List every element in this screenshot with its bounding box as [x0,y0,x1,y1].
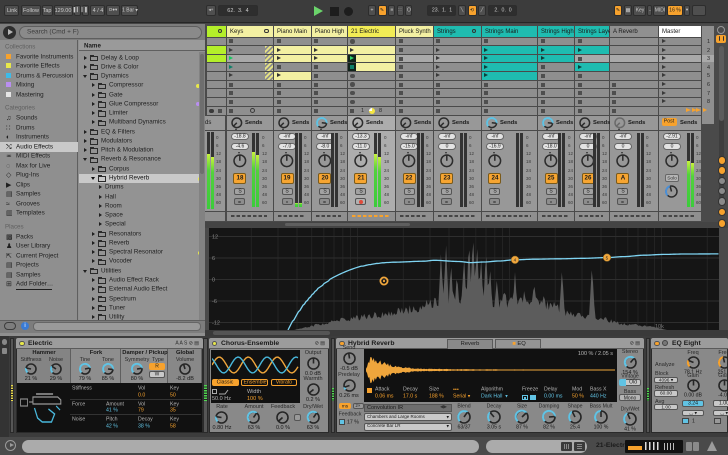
svg-text:-12: -12 [212,320,220,326]
svg-text:6: 6 [212,256,215,262]
svg-text:12: 12 [212,234,218,240]
svg-text:-6: -6 [212,299,217,305]
svg-text:0: 0 [212,277,215,283]
